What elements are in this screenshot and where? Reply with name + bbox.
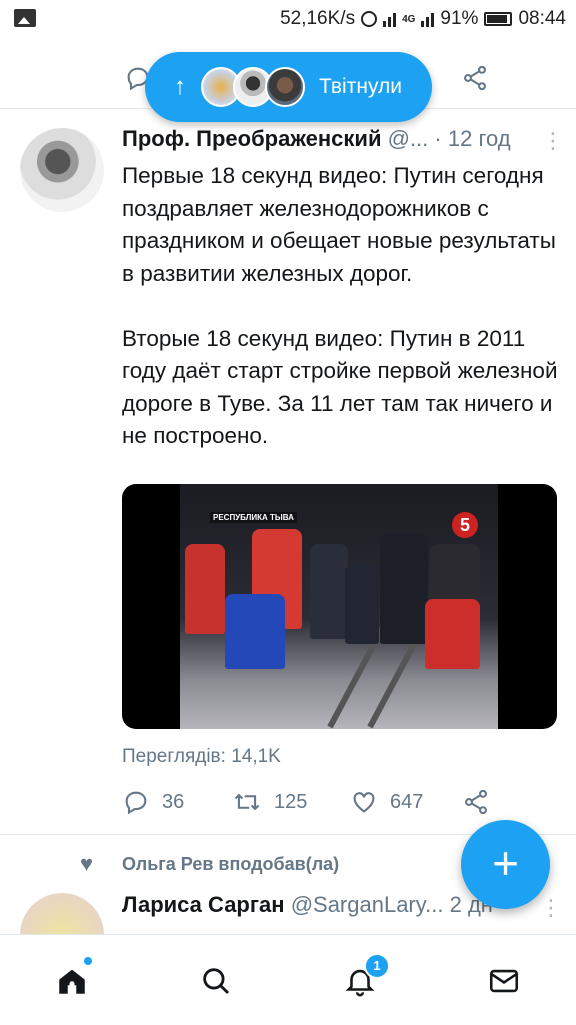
notifications-tab[interactable]: 1	[340, 953, 390, 999]
heart-filled-icon: ♥	[80, 851, 94, 876]
messages-tab[interactable]	[484, 963, 524, 999]
retweet-icon	[234, 793, 260, 811]
home-icon	[59, 969, 85, 994]
social-context: ♥ Ольга Рев вподобав(ла)	[80, 850, 480, 878]
battery-icon	[484, 12, 513, 26]
tweet-actions: 36 125 647	[122, 788, 562, 818]
retweet-button[interactable]: 125	[232, 788, 307, 816]
person	[185, 544, 225, 634]
new-content-dot	[84, 957, 92, 965]
signal-icon-2	[421, 11, 435, 27]
person	[425, 599, 480, 669]
network-type: 4G	[402, 13, 416, 25]
status-right: 52,16K/s 4G 91% 08:44	[280, 6, 566, 32]
share-icon[interactable]	[461, 64, 489, 92]
person	[380, 534, 428, 644]
author-name[interactable]: Лариса Сарган	[122, 892, 285, 917]
channel-logo: 5	[452, 512, 478, 538]
tweet-text: Первые 18 секунд видео: Путин сегодня по…	[122, 163, 558, 448]
notifications-badge: 1	[364, 953, 390, 979]
battery-percent: 91%	[440, 8, 479, 29]
arrow-up-icon: ↑	[174, 73, 186, 100]
more-options-icon[interactable]: ⋮	[542, 128, 564, 154]
heart-icon	[353, 792, 375, 813]
person	[310, 544, 348, 639]
tweet-header: Проф. Преображенский @... · 12 год ⋮	[122, 126, 564, 156]
author-name[interactable]: Проф. Преображенский	[122, 126, 381, 151]
reply-icon	[125, 791, 147, 815]
mail-icon	[489, 969, 519, 993]
home-tab[interactable]	[52, 957, 92, 999]
search-tab[interactable]	[196, 963, 236, 999]
avatar[interactable]	[20, 128, 104, 212]
like-count: 647	[390, 790, 424, 813]
author-handle[interactable]: @SarganLary...	[291, 892, 444, 917]
bottom-navigation: 1	[0, 934, 576, 1025]
avatar	[265, 67, 305, 107]
alarm-icon	[361, 11, 378, 27]
like-button[interactable]: 647	[350, 788, 423, 816]
compose-tweet-button[interactable]: +	[461, 820, 550, 909]
author-handle[interactable]: @...	[388, 126, 429, 151]
liked-by-text[interactable]: Ольга Рев вподобав(ла)	[122, 854, 339, 875]
reply-button[interactable]: 36	[122, 788, 184, 816]
search-icon	[203, 968, 230, 995]
more-options-icon[interactable]: ⋮	[540, 895, 562, 921]
separator: ·	[434, 126, 442, 151]
person	[225, 594, 285, 669]
reply-count: 36	[162, 790, 185, 813]
signal-icon	[383, 11, 397, 27]
tweet-video[interactable]: РЕСПУБЛИКА ТЫВА 5	[122, 484, 557, 729]
video-frame[interactable]: РЕСПУБЛИКА ТЫВА 5	[180, 484, 498, 729]
gallery-icon	[14, 9, 36, 27]
pill-avatars	[201, 67, 305, 107]
tweet-time: 12 год	[447, 126, 511, 151]
clock: 08:44	[518, 8, 566, 29]
status-bar: 52,16K/s 4G 91% 08:44	[0, 0, 576, 38]
video-overlay-label: РЕСПУБЛИКА ТЫВА	[210, 512, 297, 523]
view-count: Переглядів: 14,1K	[122, 746, 281, 767]
network-speed: 52,16K/s	[280, 8, 356, 29]
share-button[interactable]	[462, 788, 490, 816]
person	[345, 564, 379, 644]
tweet[interactable]: Проф. Преображенский @... · 12 год ⋮ Пер…	[0, 110, 576, 835]
retweet-count: 125	[274, 790, 308, 813]
pill-label: Твітнули	[319, 75, 402, 98]
share-icon	[465, 789, 487, 815]
